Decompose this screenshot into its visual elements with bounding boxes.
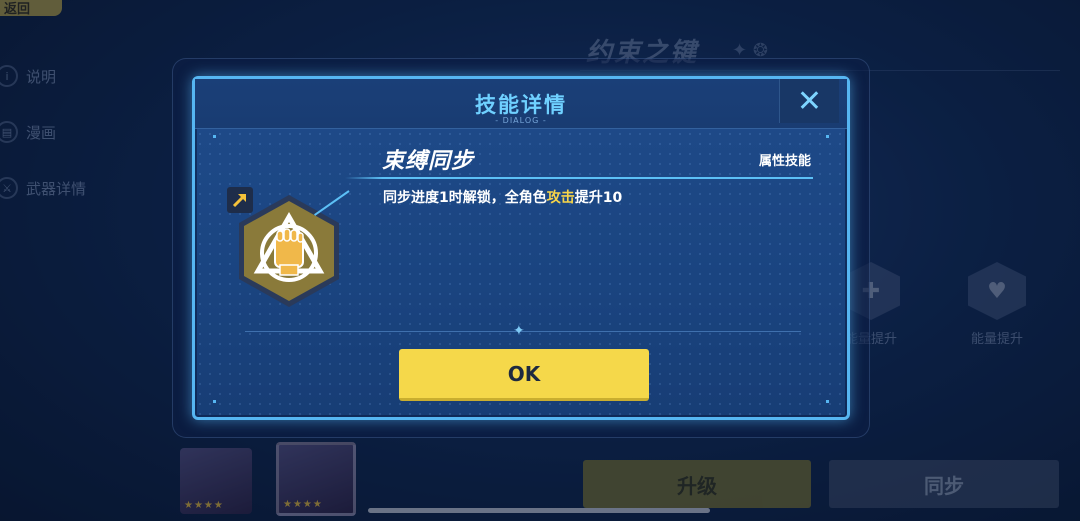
corner-dot [213,135,216,138]
sparkle-icon: ✦ [513,323,525,339]
close-icon: ✕ [796,83,823,119]
dialog-subtitle: - DIALOG - [495,116,547,125]
corner-dot [213,400,216,403]
ok-button[interactable]: OK [399,349,649,401]
dialog-header: 技能详情 - DIALOG - ✕ [195,79,847,129]
close-button[interactable]: ✕ [779,79,839,123]
corner-dot [826,400,829,403]
dialog-title: 技能详情 [475,93,567,117]
skill-desc-text: 提升10 [574,190,623,206]
skill-desc-text: 同步进度1时解锁，全角色 [383,190,547,206]
skill-description: 同步进度1时解锁，全角色攻击提升10 [383,187,622,207]
corner-dot [826,135,829,138]
skill-divider [345,177,813,179]
skill-icon-frame [239,195,339,307]
skill-detail-dialog: 技能详情 - DIALOG - ✕ 束缚同步 属性技能 同步进度1时解锁，全角色… [192,76,850,420]
upgrade-arrow-icon [227,187,253,213]
skill-type: 属性技能 [758,154,811,169]
skill-name: 束缚同步 [382,149,475,174]
skill-desc-highlight: 攻击 [546,190,575,206]
